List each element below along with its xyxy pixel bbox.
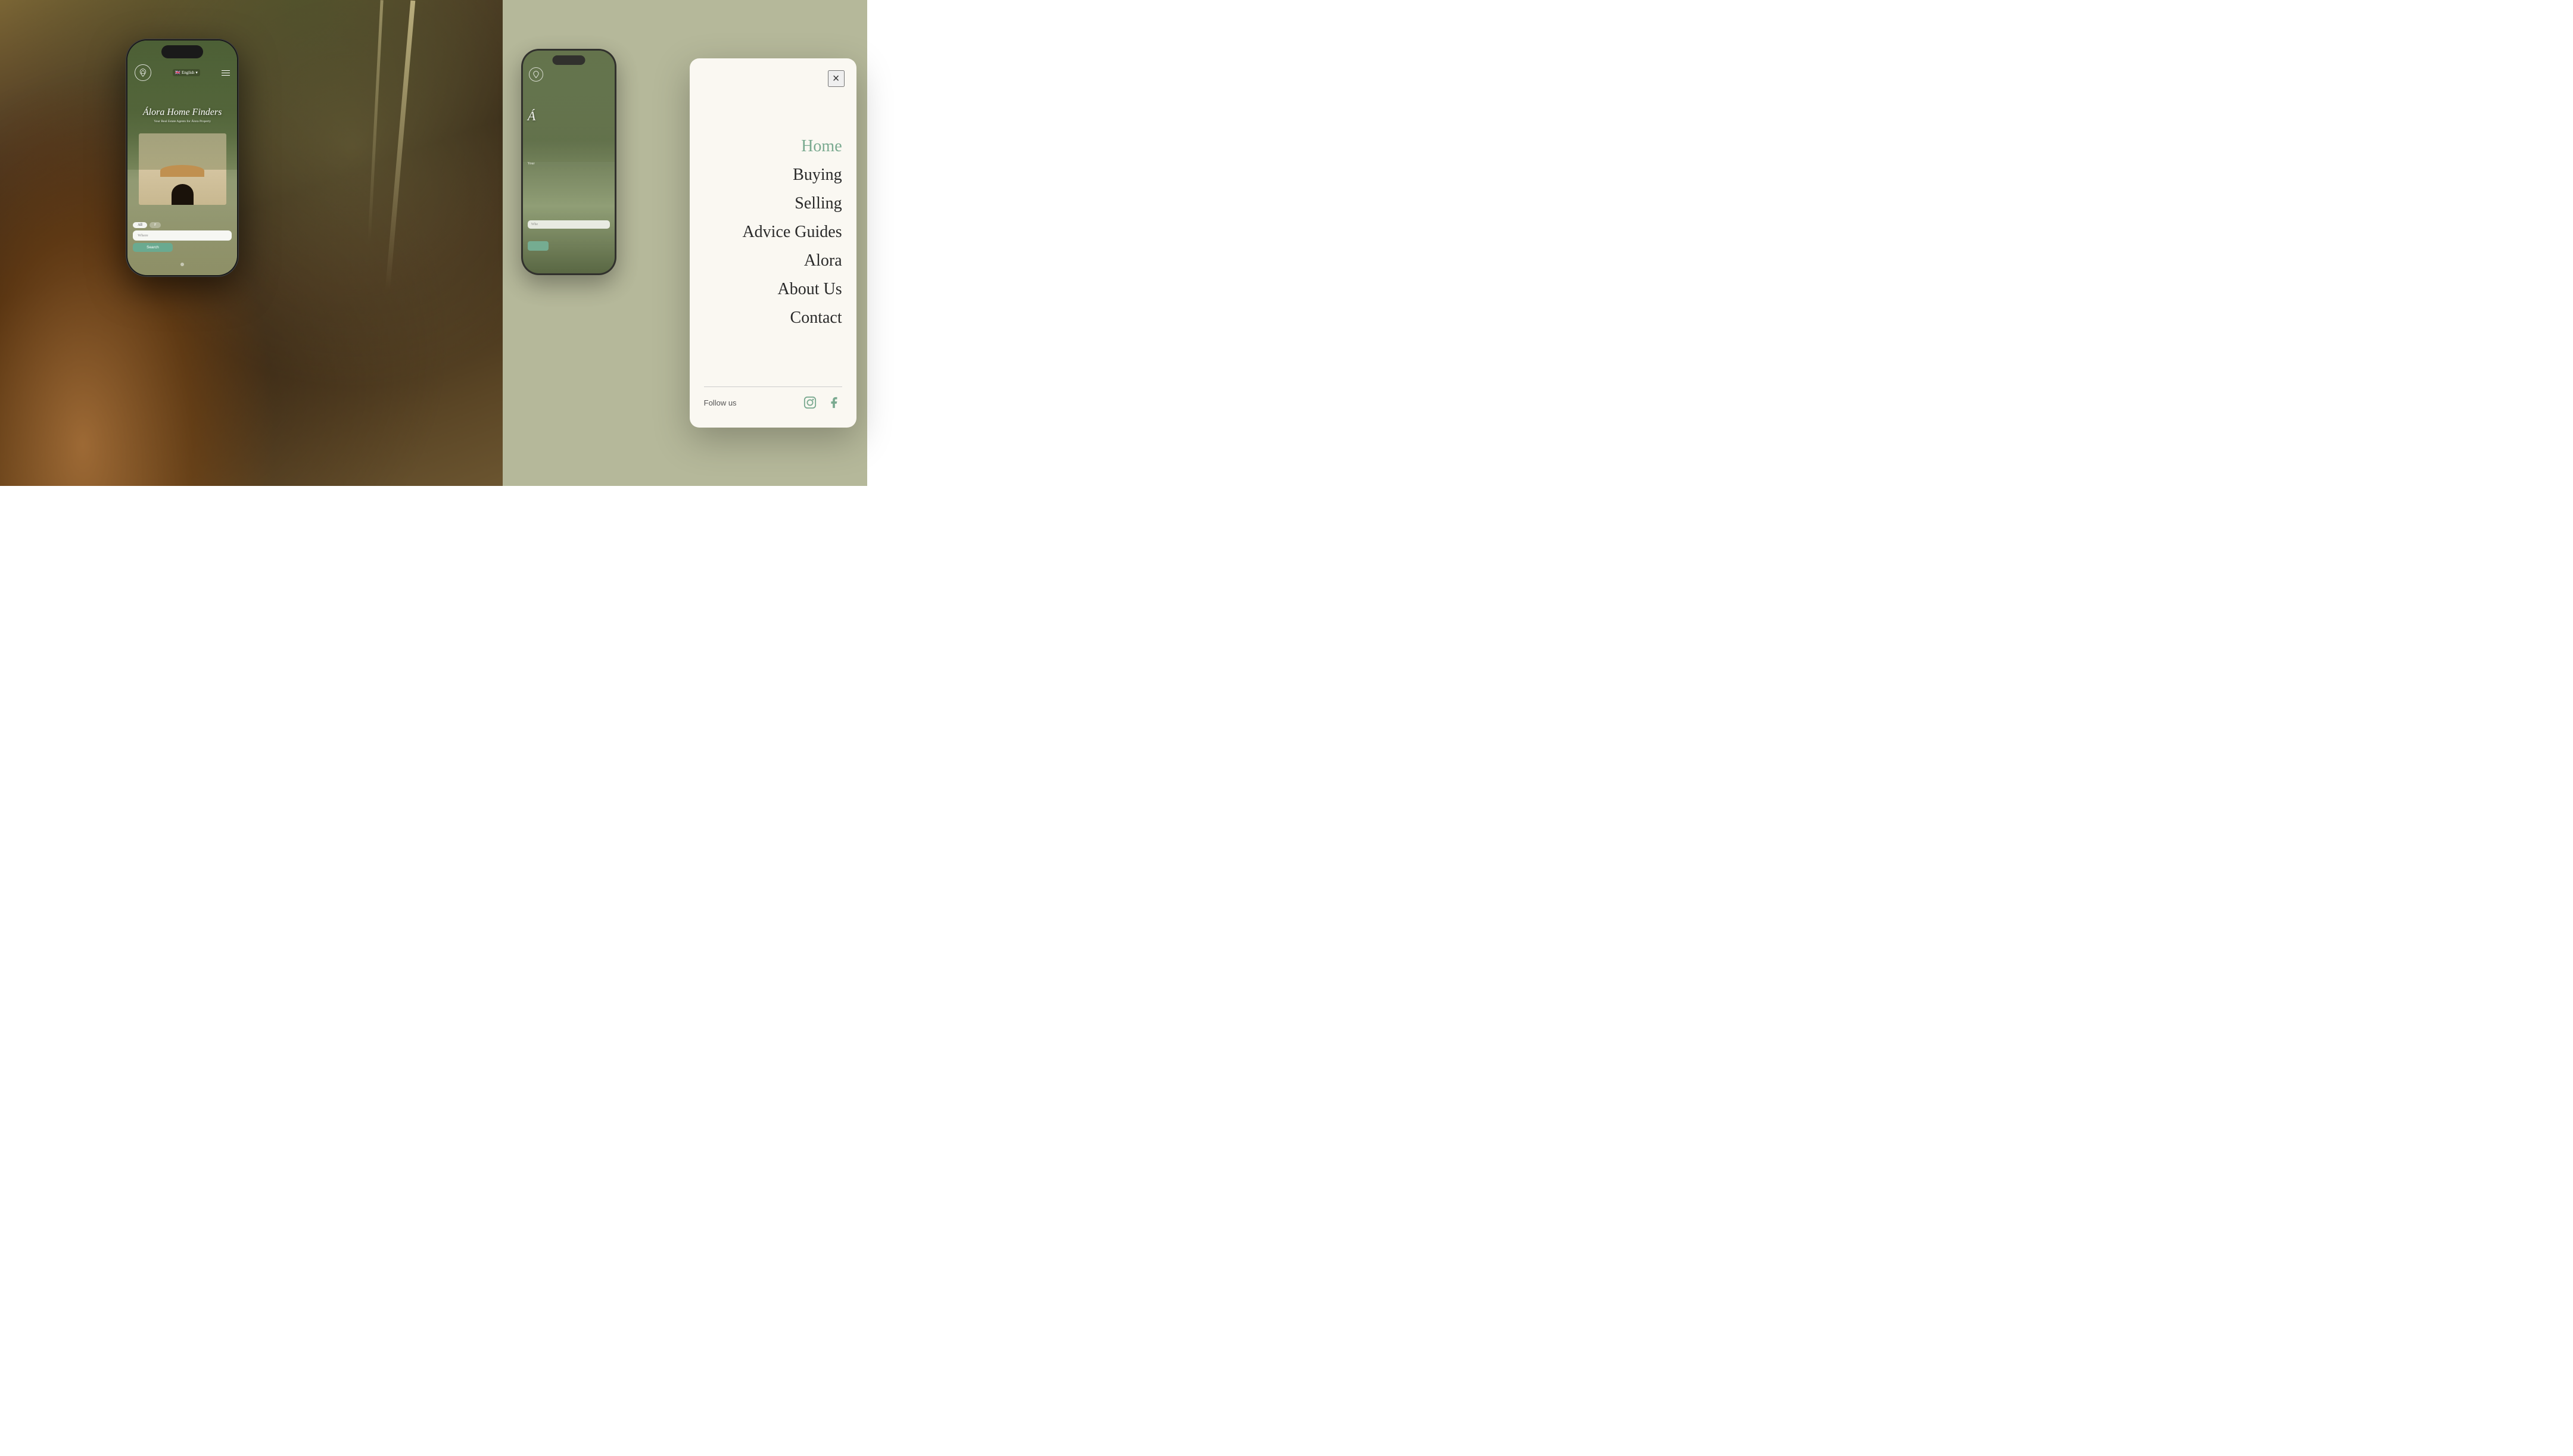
bg-phone-screen: Á Your Whe bbox=[523, 51, 615, 273]
tab-all[interactable]: All bbox=[133, 222, 147, 228]
phone-screen: 🇬🇧 English ▾ Álora Home Finders Your Rea… bbox=[127, 40, 237, 275]
phone-search-button[interactable]: Search bbox=[133, 243, 172, 252]
menu-close-button[interactable]: × bbox=[828, 70, 845, 87]
chevron-icon: ▾ bbox=[195, 70, 198, 75]
menu-divider bbox=[704, 386, 842, 387]
phone-hero-title: Álora Home Finders Your Real Estate Agen… bbox=[127, 107, 237, 123]
hero-heading: Álora Home Finders bbox=[127, 107, 237, 118]
tab-f[interactable]: F bbox=[149, 222, 161, 228]
nav-item-alora[interactable]: Alora bbox=[804, 248, 842, 273]
menu-navigation: Home Buying Selling Advice Guides Alora … bbox=[704, 73, 842, 379]
hamburger-menu-icon[interactable] bbox=[222, 70, 230, 76]
phone-notch bbox=[161, 45, 203, 58]
instagram-icon[interactable] bbox=[802, 394, 818, 411]
phone-search-input[interactable]: Where bbox=[133, 230, 232, 241]
facebook-icon[interactable] bbox=[826, 394, 842, 411]
nav-item-selling[interactable]: Selling bbox=[795, 191, 842, 216]
mobile-menu-overlay: × Home Buying Selling Advice Guides Alor… bbox=[690, 58, 856, 428]
hero-subtitle: Your Real Estate Agents for Álora Proper… bbox=[127, 120, 237, 123]
phone-tabs: All F bbox=[133, 222, 232, 228]
nav-item-home[interactable]: Home bbox=[801, 134, 842, 159]
phone-frame: 🇬🇧 English ▾ Álora Home Finders Your Rea… bbox=[126, 39, 239, 277]
nav-item-about-us[interactable]: About Us bbox=[778, 277, 842, 302]
flag-icon: 🇬🇧 bbox=[175, 70, 180, 75]
nav-item-advice-guides[interactable]: Advice Guides bbox=[742, 220, 842, 245]
phone-indicator-dot bbox=[180, 263, 184, 266]
phone-language[interactable]: 🇬🇧 English ▾ bbox=[173, 69, 200, 76]
social-icons-group bbox=[802, 394, 842, 411]
phone-search-area: All F Where Search bbox=[133, 222, 232, 252]
nav-item-buying[interactable]: Buying bbox=[793, 163, 842, 188]
phone-header: 🇬🇧 English ▾ bbox=[127, 62, 237, 83]
phone-logo bbox=[135, 64, 151, 81]
follow-us-label: Follow us bbox=[704, 398, 737, 407]
bg-phone-frame: Á Your Whe bbox=[521, 49, 616, 275]
left-panel: 🇬🇧 English ▾ Álora Home Finders Your Rea… bbox=[0, 0, 503, 486]
right-panel: Á Your Whe × Home Buying Selling Advice … bbox=[503, 0, 867, 486]
nav-item-contact[interactable]: Contact bbox=[790, 305, 842, 331]
background-phone: Á Your Whe bbox=[521, 49, 616, 275]
phone-mockup: 🇬🇧 English ▾ Álora Home Finders Your Rea… bbox=[126, 39, 239, 277]
search-placeholder-text: Where bbox=[138, 233, 148, 238]
lang-label: English bbox=[182, 70, 194, 75]
menu-footer: Follow us bbox=[704, 394, 842, 413]
